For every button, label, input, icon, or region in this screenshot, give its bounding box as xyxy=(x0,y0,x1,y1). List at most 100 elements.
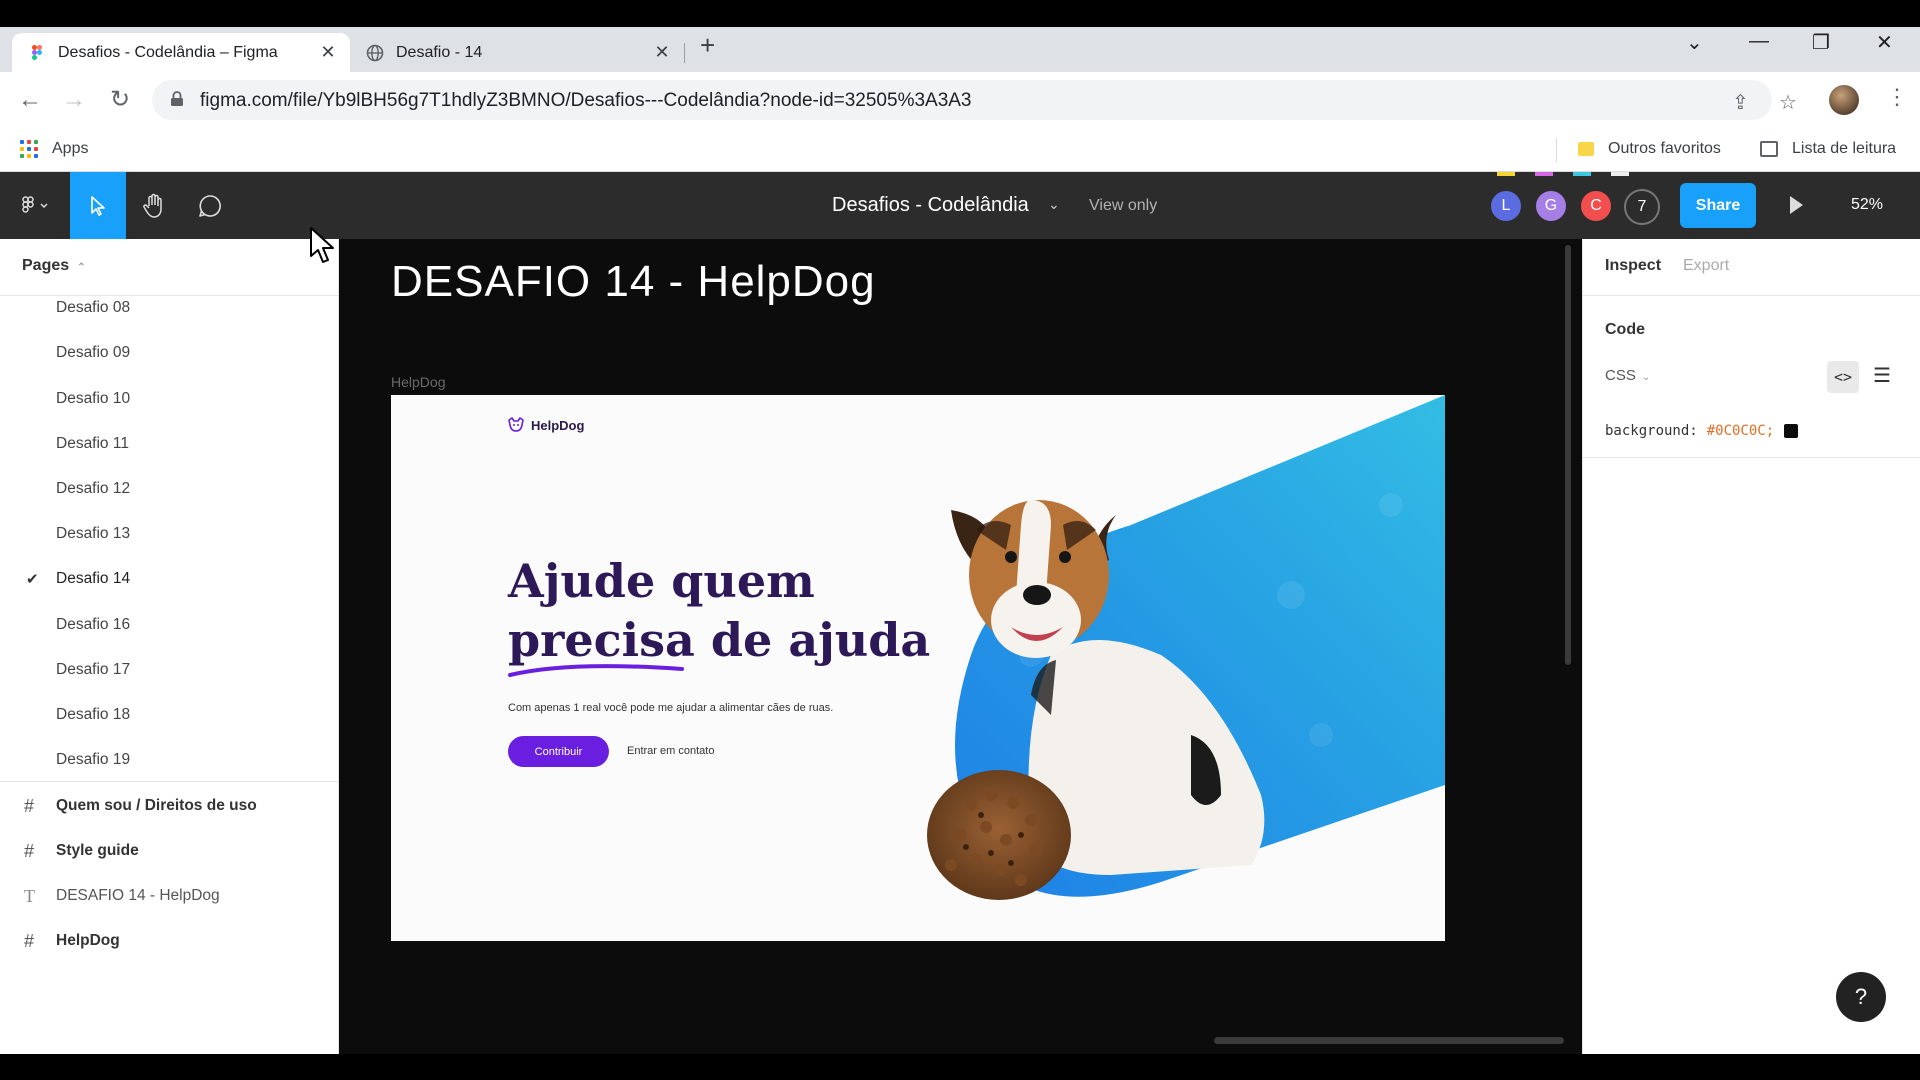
reading-list-icon xyxy=(1760,141,1778,157)
tab-strip: Desafios - Codelândia – Figma ✕ Desafio … xyxy=(0,27,1920,72)
url-text: figma.com/file/Yb9lBH56g7T1hdlyZ3BMNO/De… xyxy=(200,90,972,111)
close-icon[interactable]: ✕ xyxy=(318,42,338,63)
move-tool-button[interactable] xyxy=(70,172,126,239)
layer-item[interactable]: # HelpDog xyxy=(0,921,339,961)
share-page-icon[interactable]: ⇪ xyxy=(1732,90,1749,115)
figma-menu-button[interactable] xyxy=(6,172,62,239)
page-item-current[interactable]: ✔ Desafio 14 xyxy=(0,559,339,599)
page-label: Desafio 14 xyxy=(56,570,131,587)
hand-tool-button[interactable] xyxy=(126,172,182,239)
globe-icon xyxy=(366,44,384,61)
pages-header[interactable]: Pages ⌃ xyxy=(22,257,86,275)
page-item[interactable]: Desafio 09 xyxy=(0,333,339,373)
page-item[interactable]: Desafio 10 xyxy=(0,379,339,419)
css-code-line[interactable]: background: #0C0C0C; xyxy=(1605,423,1799,439)
reading-list-label: Lista de leitura xyxy=(1792,140,1897,157)
code-divider xyxy=(1583,457,1920,458)
page-item[interactable]: Desafio 19 xyxy=(0,740,339,780)
collaborator-avatar[interactable]: G xyxy=(1534,189,1568,223)
other-bookmarks-label: Outros favoritos xyxy=(1608,140,1721,157)
collaborator-avatar[interactable]: C xyxy=(1579,189,1613,223)
bookmark-star-icon[interactable]: ☆ xyxy=(1779,90,1797,115)
page-label: Desafio 09 xyxy=(56,344,131,361)
page-item[interactable]: Desafio 18 xyxy=(0,695,339,735)
canvas-title-text[interactable]: DESAFIO 14 - HelpDog xyxy=(391,257,876,307)
figma-logo-icon xyxy=(22,195,48,213)
forward-icon[interactable]: → xyxy=(58,84,90,116)
layer-item[interactable]: # Style guide xyxy=(0,831,339,871)
code-view-icon[interactable]: <> xyxy=(1827,361,1859,393)
hero-subtitle: Com apenas 1 real você pode me ajudar a … xyxy=(508,702,834,714)
tab-separator xyxy=(684,43,685,63)
layer-label: HelpDog xyxy=(56,932,120,949)
helpdog-logo[interactable]: HelpDog xyxy=(507,417,584,433)
page-label: Desafio 16 xyxy=(56,616,131,633)
apps-bookmark[interactable]: Apps xyxy=(20,140,88,158)
reload-icon[interactable]: ↻ xyxy=(104,84,136,116)
tab-desafio[interactable]: Desafio - 14 ✕ xyxy=(350,33,684,72)
layer-label: Style guide xyxy=(56,842,139,859)
layer-label: Quem sou / Direitos de uso xyxy=(56,797,257,814)
chevron-down-icon[interactable]: ⌄ xyxy=(1048,196,1060,213)
folder-icon xyxy=(1578,142,1594,156)
share-button[interactable]: Share xyxy=(1680,183,1756,228)
other-bookmarks[interactable]: Outros favoritos xyxy=(1578,140,1721,158)
layer-item[interactable]: # Quem sou / Direitos de uso xyxy=(0,786,339,826)
helpdog-frame[interactable]: HelpDog Ajude quem precisa de ajuda Com … xyxy=(391,395,1445,941)
page-item[interactable]: Desafio 12 xyxy=(0,469,339,509)
frame-hash-icon: # xyxy=(24,840,35,861)
reading-list[interactable]: Lista de leitura xyxy=(1760,140,1896,158)
canvas[interactable]: DESAFIO 14 - HelpDog HelpDog HelpDog Aju… xyxy=(339,239,1582,1054)
collaborator-avatar[interactable]: L xyxy=(1489,189,1523,223)
page-item[interactable]: Desafio 11 xyxy=(0,424,339,464)
page-label: Desafio 13 xyxy=(56,525,131,542)
chevron-up-icon: ⌃ xyxy=(77,262,86,273)
tab-search-chevron-icon[interactable]: ⌄ xyxy=(1686,30,1703,55)
apps-label: Apps xyxy=(52,140,89,157)
window-close-icon[interactable]: ✕ xyxy=(1876,30,1893,55)
tab-export[interactable]: Export xyxy=(1683,257,1729,275)
more-menu-icon[interactable]: ⋮ xyxy=(1886,84,1908,110)
zoom-level[interactable]: 52% xyxy=(1851,196,1883,214)
frame-label[interactable]: HelpDog xyxy=(391,374,445,390)
layer-label: DESAFIO 14 - HelpDog xyxy=(56,887,220,904)
mouse-pointer-icon xyxy=(310,227,334,263)
help-button[interactable]: ? xyxy=(1836,972,1886,1022)
vertical-scrollbar[interactable] xyxy=(1565,245,1571,665)
list-view-icon[interactable]: ☰ xyxy=(1873,363,1891,388)
collaborator-count[interactable]: 7 xyxy=(1624,189,1660,225)
bookmarks-bar: Apps Outros favoritos Lista de leitura xyxy=(0,128,1920,172)
page-item[interactable]: Desafio 17 xyxy=(0,650,339,690)
css-property: background: xyxy=(1605,423,1698,439)
headline-rest-text: de ajuda xyxy=(694,613,931,667)
comment-tool-button[interactable] xyxy=(182,172,238,239)
file-title[interactable]: Desafios - Codelândia xyxy=(832,194,1029,217)
layer-item[interactable]: T DESAFIO 14 - HelpDog xyxy=(0,876,339,916)
page-label: Desafio 18 xyxy=(56,706,131,723)
contribute-button[interactable]: Contribuir xyxy=(508,736,609,767)
multiplayer-cursors xyxy=(1497,172,1637,176)
page-item[interactable]: Desafio 08 xyxy=(0,288,339,328)
page-item[interactable]: Desafio 16 xyxy=(0,605,339,645)
back-icon[interactable]: ← xyxy=(14,84,46,116)
contact-link[interactable]: Entrar em contato xyxy=(627,745,714,757)
cursor-arrow-icon xyxy=(91,195,105,216)
headline-highlight-text: precisa xyxy=(508,613,695,667)
tab-title: Desafios - Codelândia – Figma xyxy=(58,43,278,61)
profile-avatar[interactable] xyxy=(1829,85,1859,115)
inspect-divider xyxy=(1583,295,1920,296)
present-play-icon[interactable] xyxy=(1790,196,1803,214)
tab-inspect[interactable]: Inspect xyxy=(1605,257,1661,275)
language-select[interactable]: CSS ⌄ xyxy=(1605,367,1650,384)
browser-toolbar: ← → ↻ figma.com/file/Yb9lBH56g7T1hdlyZ3B… xyxy=(0,72,1920,128)
new-tab-button[interactable]: + xyxy=(700,32,715,58)
frame-hash-icon: # xyxy=(24,930,35,951)
address-bar[interactable]: figma.com/file/Yb9lBH56g7T1hdlyZ3BMNO/De… xyxy=(152,80,1797,120)
figma-favicon-icon xyxy=(32,44,42,60)
page-item[interactable]: Desafio 13 xyxy=(0,514,339,554)
horizontal-scrollbar[interactable] xyxy=(1214,1037,1564,1044)
restore-icon[interactable]: ❐ xyxy=(1812,30,1830,55)
close-icon[interactable]: ✕ xyxy=(652,42,672,63)
tab-figma[interactable]: Desafios - Codelândia – Figma ✕ xyxy=(12,33,350,72)
minimize-icon[interactable]: — xyxy=(1749,30,1769,53)
